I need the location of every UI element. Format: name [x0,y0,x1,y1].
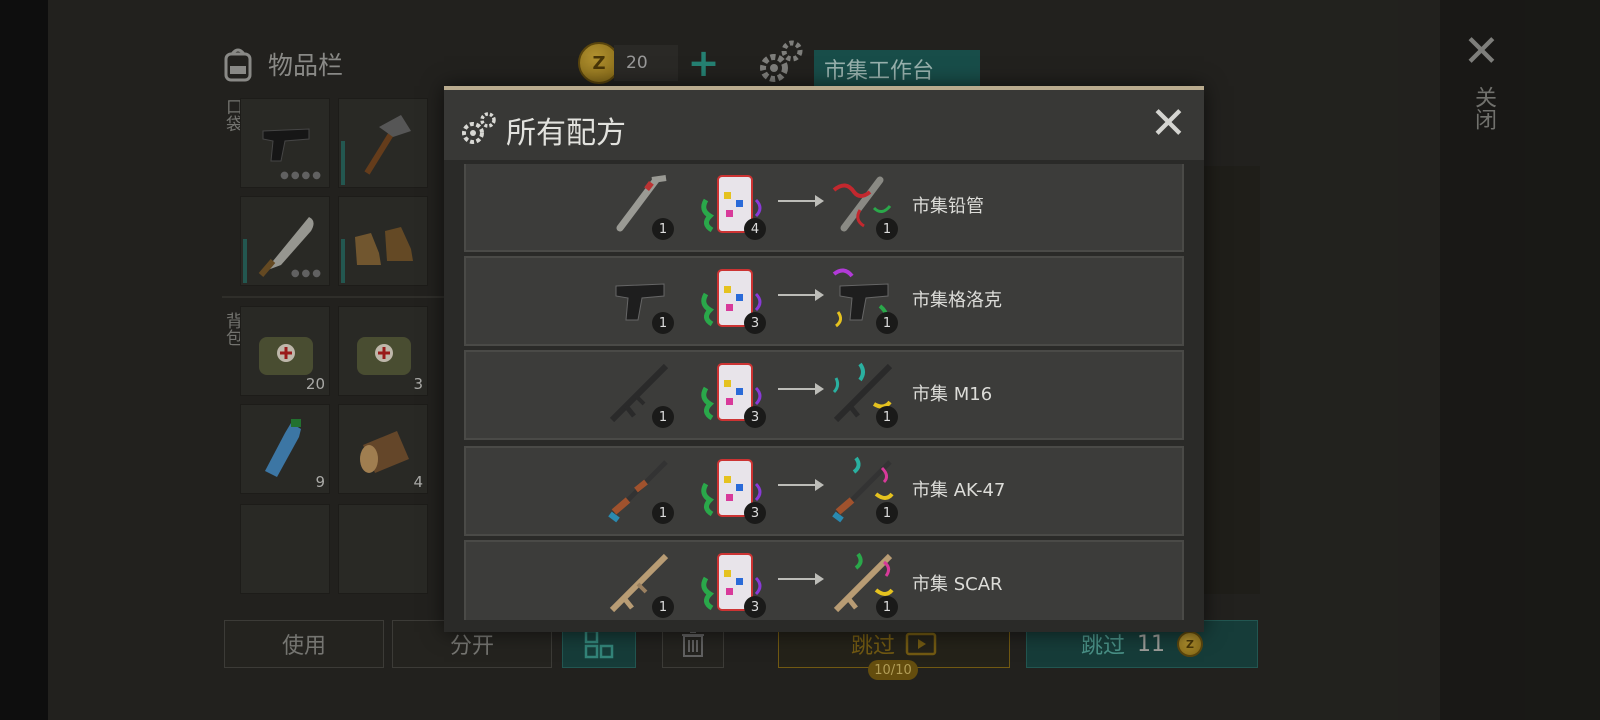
coin-counter: Z 20 + [578,42,719,84]
gears-icon [462,112,496,144]
confetti-quantity: 3 [744,312,766,334]
durability-bar [341,141,345,185]
recipe-list[interactable]: 1 4 1 市集铅管 1 3 1 市集格洛克 1 3 1 市集 M16 1 3 … [464,164,1184,620]
durability-dots: ●●●● [280,170,323,181]
inventory-slot[interactable]: 3 [338,306,428,396]
section-divider [222,296,452,298]
recipe-name: 市集 AK-47 [912,480,1006,501]
recipe-input: 1 [606,454,676,528]
skip-ad-count-badge: 10/10 [868,660,918,680]
output-quantity: 1 [876,218,898,240]
coin-count: 20 [614,45,678,81]
output-quantity: 1 [876,406,898,428]
recipe-confetti: 4 [698,170,768,244]
recipe-output: 1 [830,454,900,528]
item-quantity: 4 [413,473,423,491]
input-quantity: 1 [652,312,674,334]
recipe-name: 市集格洛克 [912,290,1002,311]
durability-bar [341,239,345,283]
recipe-name: 市集 M16 [912,384,993,405]
tab-market-workbench[interactable]: 市集工作台 [814,50,980,88]
inventory-slot[interactable]: 20 [240,306,330,396]
confetti-quantity: 3 [744,596,766,618]
dialog-close-button[interactable]: ✕ [1150,102,1187,146]
inventory-slot[interactable]: ●●● [240,196,330,286]
output-quantity: 1 [876,502,898,524]
input-quantity: 1 [652,218,674,240]
skip-coin-cost: 11 [1137,631,1165,657]
recipe-output: 1 [830,170,900,244]
recipe-output: 1 [830,264,900,338]
input-quantity: 1 [652,406,674,428]
recipe-confetti: 3 [698,454,768,528]
skip-coin-label: 跳过 [1080,634,1125,659]
grid-icon [584,629,614,659]
water-bottle-icon [265,419,301,477]
video-play-icon [905,632,937,656]
recipe-output: 1 [830,358,900,432]
recipe-confetti: 3 [698,548,768,620]
recipe-name: 市集 SCAR [912,574,1003,595]
arrow-icon [778,479,824,491]
recipe-input: 1 [606,170,676,244]
recipe-confetti: 3 [698,264,768,338]
confetti-quantity: 4 [744,218,766,240]
input-quantity: 1 [652,502,674,524]
use-button[interactable]: 使用 [224,620,384,668]
recipe-output: 1 [830,548,900,620]
recipe-row[interactable]: 1 3 1 市集 M16 [464,350,1184,440]
arrow-icon [778,289,824,301]
gears-icon [760,40,803,82]
durability-bar [243,239,247,283]
input-quantity: 1 [652,596,674,618]
item-quantity: 3 [413,375,423,393]
coin-icon: Z [1177,631,1203,657]
item-quantity: 20 [305,375,325,393]
all-recipes-dialog: 所有配方 ✕ 1 4 1 市集铅管 1 3 1 市集格洛克 1 3 1 市集 M… [444,86,1204,632]
inventory-header: 物品栏 [218,44,343,84]
recipe-row[interactable]: 1 4 1 市集铅管 [464,164,1184,252]
inventory-title: 物品栏 [268,51,344,80]
inventory-slot[interactable] [338,196,428,286]
backpack-icon [224,48,252,82]
recipe-name: 市集铅管 [912,196,984,217]
inventory-slot[interactable] [240,504,330,594]
arrow-icon [778,573,824,585]
machete-icon [258,217,314,277]
skip-ad-label: 跳过 [850,634,895,659]
arrow-icon [778,383,824,395]
trash-icon [682,631,704,657]
inventory-slot[interactable]: 4 [338,404,428,494]
item-quantity: 9 [315,473,325,491]
recipe-row[interactable]: 1 3 1 市集 AK-47 [464,446,1184,536]
recipe-confetti: 3 [698,358,768,432]
close-button[interactable]: ✕ [1463,30,1500,74]
recipe-row[interactable]: 1 3 1 市集 SCAR [464,540,1184,620]
dialog-header: 所有配方 ✕ [444,90,1204,160]
inventory-slot[interactable] [338,98,428,188]
medkit-bag-icon [357,337,411,375]
right-side-bar [1440,0,1600,720]
recipe-input: 1 [606,548,676,620]
recipe-row[interactable]: 1 3 1 市集格洛克 [464,256,1184,346]
recipe-input: 1 [606,358,676,432]
output-quantity: 1 [876,596,898,618]
arrow-icon [778,195,824,207]
recipe-input: 1 [606,264,676,338]
inventory-slot[interactable]: 9 [240,404,330,494]
close-label[interactable]: 关闭 [1467,86,1499,130]
dialog-title: 所有配方 [506,116,626,151]
hammer-icon [364,115,411,175]
confetti-quantity: 3 [744,502,766,524]
pistol-icon [262,128,310,162]
boots-icon [355,227,413,265]
add-coins-button[interactable]: + [688,44,720,82]
confetti-quantity: 3 [744,406,766,428]
inventory-slot[interactable] [338,504,428,594]
output-quantity: 1 [876,312,898,334]
inventory-slot[interactable]: ●●●● [240,98,330,188]
log-icon [360,431,409,473]
durability-dots: ●●● [290,268,323,279]
